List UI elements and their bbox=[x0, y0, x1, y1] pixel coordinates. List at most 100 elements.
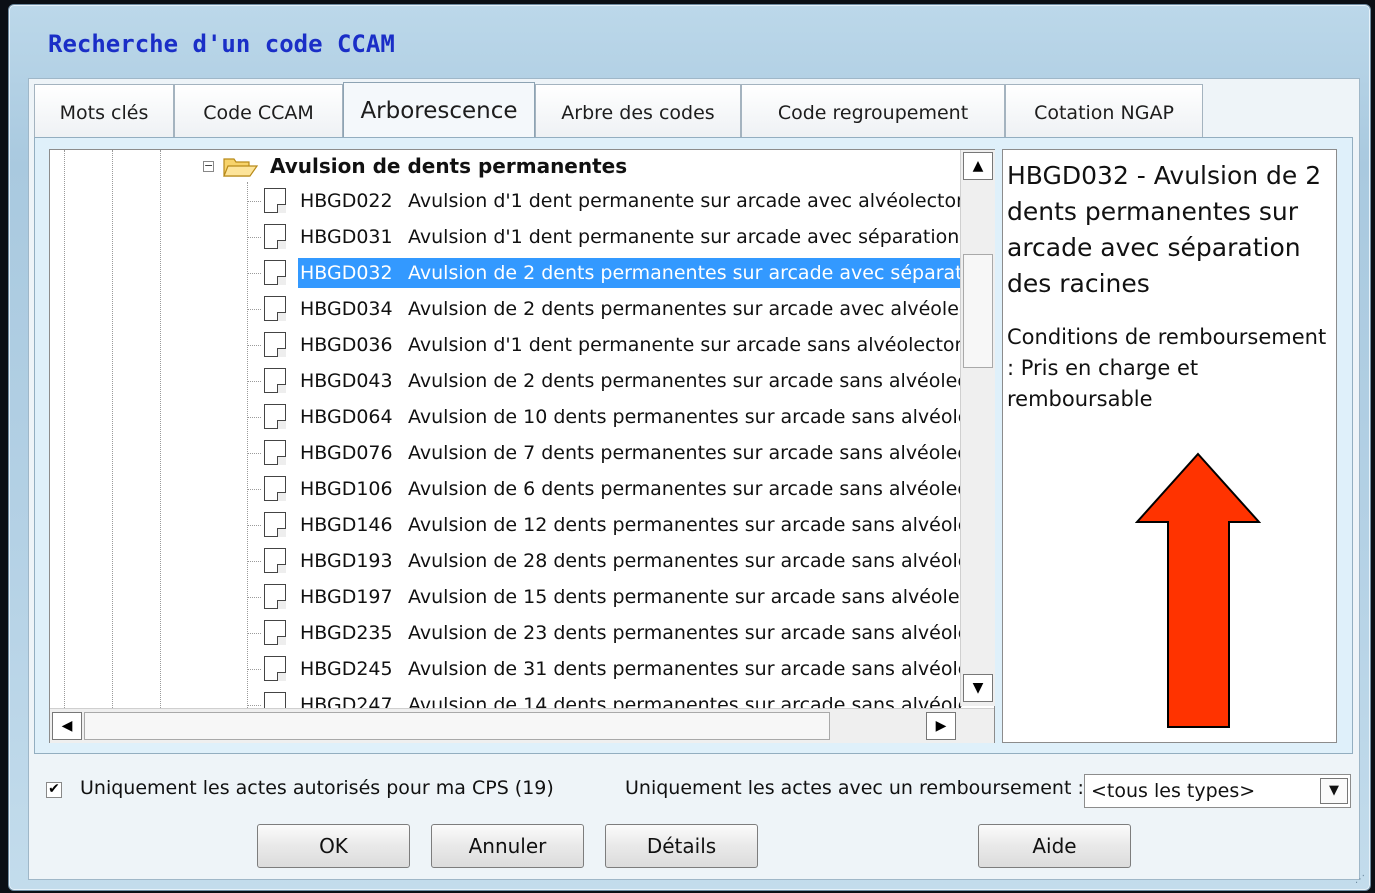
cps-checkbox[interactable]: ✔ bbox=[46, 782, 62, 798]
tree-vertical-scrollbar[interactable]: ▲ ▼ bbox=[960, 150, 995, 706]
tree-item-label: Avulsion de 7 dents permanentes sur arca… bbox=[408, 442, 962, 464]
tree-item-code: HBGD031 bbox=[300, 226, 393, 248]
resize-grip-icon[interactable]: ⋰ bbox=[1355, 874, 1365, 885]
horizontal-scroll-thumb[interactable] bbox=[84, 712, 830, 740]
tree-connector bbox=[247, 705, 261, 706]
detail-conditions: Conditions de remboursement : Pris en ch… bbox=[1007, 325, 1327, 411]
tree-item[interactable]: HBGD032 Avulsion de 2 dents permanentes s… bbox=[50, 256, 962, 290]
collapse-icon[interactable]: − bbox=[203, 160, 214, 172]
tree-connector bbox=[247, 453, 261, 454]
scroll-up-icon[interactable]: ▲ bbox=[963, 152, 993, 180]
tree-item-text: HBGD235 Avulsion de 23 dents permanentes … bbox=[298, 618, 962, 648]
tree-connector bbox=[247, 633, 261, 634]
tree-connector bbox=[247, 237, 261, 238]
tree-item-text: HBGD245 Avulsion de 31 dents permanentes … bbox=[298, 654, 962, 684]
tree-item[interactable]: HBGD106 Avulsion de 6 dents permanentes s… bbox=[50, 472, 962, 506]
tree-item[interactable]: HBGD043 Avulsion de 2 dents permanentes s… bbox=[50, 364, 962, 398]
document-icon bbox=[264, 332, 286, 357]
tab-arbre-des-codes[interactable]: Arbre des codes bbox=[535, 84, 741, 137]
cancel-button[interactable]: Annuler bbox=[431, 824, 584, 868]
document-icon bbox=[264, 188, 286, 213]
tree-item[interactable]: HBGD245 Avulsion de 31 dents permanentes … bbox=[50, 652, 962, 686]
tree-item-code: HBGD036 bbox=[300, 334, 393, 356]
tree-item-text: HBGD043 Avulsion de 2 dents permanentes s… bbox=[298, 366, 962, 396]
document-icon bbox=[264, 620, 286, 645]
tree-connector bbox=[247, 201, 261, 202]
tree-view[interactable]: − Avulsion de dents permanentes HBGD022 A… bbox=[49, 149, 995, 743]
tree-item-code: HBGD076 bbox=[300, 442, 393, 464]
tree-connector bbox=[247, 309, 261, 310]
tab-mots-cles[interactable]: Mots clés bbox=[34, 84, 174, 137]
tab-cotation-ngap[interactable]: Cotation NGAP bbox=[1005, 84, 1203, 137]
window-title: Recherche d'un code CCAM bbox=[48, 30, 395, 58]
document-icon bbox=[264, 656, 286, 681]
tree-item-code: HBGD106 bbox=[300, 478, 393, 500]
ok-button[interactable]: OK bbox=[257, 824, 410, 868]
tree-item-code: HBGD022 bbox=[300, 190, 393, 212]
tree-item-label: Avulsion de 12 dents permanentes sur arc… bbox=[408, 514, 962, 536]
tree-item-text: HBGD032 Avulsion de 2 dents permanentes s… bbox=[298, 258, 962, 288]
tab-arborescence[interactable]: Arborescence bbox=[343, 82, 535, 138]
tree-item-label: Avulsion de 2 dents permanentes sur arca… bbox=[408, 298, 962, 320]
tree-item[interactable]: HBGD235 Avulsion de 23 dents permanentes … bbox=[50, 616, 962, 650]
tree-item-text: HBGD146 Avulsion de 12 dents permanentes … bbox=[298, 510, 962, 540]
tree-item[interactable]: HBGD146 Avulsion de 12 dents permanentes … bbox=[50, 508, 962, 542]
tree-item-label: Avulsion de 2 dents permanentes sur arca… bbox=[408, 262, 962, 284]
tree-item-text: HBGD106 Avulsion de 6 dents permanentes s… bbox=[298, 474, 962, 504]
tree-item[interactable]: HBGD034 Avulsion de 2 dents permanentes s… bbox=[50, 292, 962, 326]
tree-item-code: HBGD034 bbox=[300, 298, 393, 320]
reimbursement-filter-label: Uniquement les actes avec un rembourseme… bbox=[625, 777, 1084, 799]
tree-item-code: HBGD235 bbox=[300, 622, 393, 644]
tree-item-code: HBGD193 bbox=[300, 550, 393, 572]
tree-connector bbox=[247, 381, 261, 382]
tree-item-code: HBGD043 bbox=[300, 370, 393, 392]
tree-connector bbox=[247, 525, 261, 526]
tree-item[interactable]: HBGD022 Avulsion d'1 dent permanente sur … bbox=[50, 184, 962, 218]
document-icon bbox=[264, 584, 286, 609]
tree-item-text: HBGD031 Avulsion d'1 dent permanente sur … bbox=[298, 222, 962, 252]
vertical-scroll-thumb[interactable] bbox=[963, 254, 993, 368]
tree-item-code: HBGD032 bbox=[300, 262, 393, 284]
detail-title: HBGD032 - Avulsion de 2 dents permanente… bbox=[1007, 161, 1322, 298]
scroll-right-icon[interactable]: ▶ bbox=[926, 712, 956, 740]
tree-item-label: Avulsion d'1 dent permanente sur arcade … bbox=[408, 190, 962, 212]
tree-item-text: HBGD193 Avulsion de 28 dents permanentes … bbox=[298, 546, 962, 576]
tree-item[interactable]: HBGD193 Avulsion de 28 dents permanentes … bbox=[50, 544, 962, 578]
tree-item[interactable]: HBGD036 Avulsion d'1 dent permanente sur … bbox=[50, 328, 962, 362]
tree-item[interactable]: HBGD197 Avulsion de 15 dents permanente s… bbox=[50, 580, 962, 614]
details-button[interactable]: Détails bbox=[605, 824, 758, 868]
tree-item-text: HBGD064 Avulsion de 10 dents permanentes … bbox=[298, 402, 962, 432]
tree-item-label: Avulsion d'1 dent permanente sur arcade … bbox=[408, 226, 962, 248]
tree-item[interactable]: HBGD031 Avulsion d'1 dent permanente sur … bbox=[50, 220, 962, 254]
tree-item[interactable]: HBGD076 Avulsion de 7 dents permanentes s… bbox=[50, 436, 962, 470]
tree-item-text: HBGD197 Avulsion de 15 dents permanente s… bbox=[298, 582, 962, 612]
scroll-down-icon[interactable]: ▼ bbox=[963, 674, 993, 702]
tree-item-label: Avulsion de 23 dents permanentes sur arc… bbox=[408, 622, 962, 644]
tree-item[interactable]: HBGD064 Avulsion de 10 dents permanentes … bbox=[50, 400, 962, 434]
tab-code-ccam[interactable]: Code CCAM bbox=[174, 84, 343, 137]
tree-item-label: Avulsion de 15 dents permanente sur arca… bbox=[408, 586, 962, 608]
document-icon bbox=[264, 368, 286, 393]
cps-checkbox-label[interactable]: Uniquement les actes autorisés pour ma C… bbox=[80, 777, 554, 799]
tree-connector bbox=[247, 669, 261, 670]
tree-folder-node[interactable]: − Avulsion de dents permanentes bbox=[50, 150, 962, 184]
tree-horizontal-scrollbar[interactable]: ◀ ▶ bbox=[50, 708, 994, 743]
reimbursement-select[interactable]: <tous les types> ▼ bbox=[1084, 774, 1351, 808]
tree-connector bbox=[247, 597, 261, 598]
tree-item-text: HBGD034 Avulsion de 2 dents permanentes s… bbox=[298, 294, 962, 324]
tree-item-label: Avulsion d'1 dent permanente sur arcade … bbox=[408, 334, 962, 356]
tree-item-label: Avulsion de 10 dents permanentes sur arc… bbox=[408, 406, 962, 428]
document-icon bbox=[264, 224, 286, 249]
red-arrow-up-icon bbox=[1135, 452, 1261, 728]
tree-folder-label: Avulsion de dents permanentes bbox=[270, 154, 628, 178]
document-icon bbox=[264, 476, 286, 501]
scroll-left-icon[interactable]: ◀ bbox=[52, 712, 82, 740]
tree-item-label: Avulsion de 6 dents permanentes sur arca… bbox=[408, 478, 962, 500]
document-icon bbox=[264, 260, 286, 285]
tree-connector bbox=[247, 345, 261, 346]
tab-code-regroupement[interactable]: Code regroupement bbox=[741, 84, 1005, 137]
chevron-down-icon[interactable]: ▼ bbox=[1320, 778, 1348, 804]
document-icon bbox=[264, 512, 286, 537]
document-icon bbox=[264, 404, 286, 429]
help-button[interactable]: Aide bbox=[978, 824, 1131, 868]
